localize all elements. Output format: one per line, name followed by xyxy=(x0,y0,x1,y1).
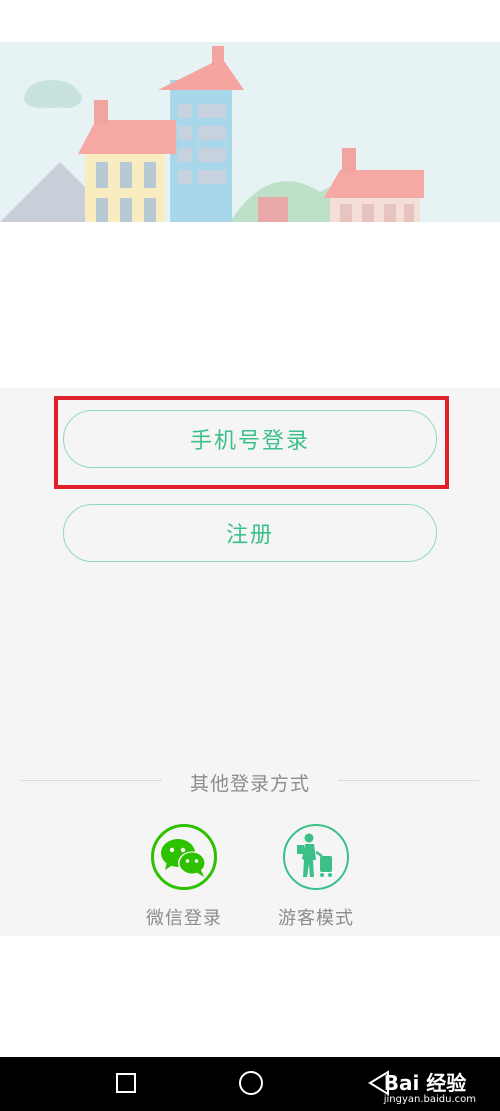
banner-illustration xyxy=(0,42,500,222)
guest-mode-option[interactable]: 游客模式 xyxy=(256,824,376,930)
system-navigation-bar: Bai 经验 jingyan.baidu.com xyxy=(0,1057,500,1111)
city-illustration xyxy=(0,46,424,222)
guest-traveler-icon xyxy=(297,833,332,877)
wechat-login-button[interactable] xyxy=(151,824,217,890)
watermark-url: jingyan.baidu.com xyxy=(383,1094,476,1105)
recent-apps-button[interactable] xyxy=(115,1072,137,1098)
other-login-title: 其他登录方式 xyxy=(189,773,310,795)
wechat-login-label: 微信登录 xyxy=(146,908,222,929)
guest-mode-button[interactable] xyxy=(283,824,349,890)
watermark-brand: Bai 经验 xyxy=(383,1071,467,1095)
wechat-icon xyxy=(161,839,206,877)
home-button[interactable] xyxy=(238,1070,264,1100)
guest-mode-label: 游客模式 xyxy=(278,908,354,929)
highlight-box xyxy=(54,396,449,489)
wechat-login-option[interactable]: 微信登录 xyxy=(124,824,244,930)
square-icon xyxy=(116,1073,136,1093)
register-button[interactable]: 注册 xyxy=(63,504,437,562)
baidu-jingyan-watermark: Bai 经验 jingyan.baidu.com xyxy=(384,1067,476,1105)
circle-icon xyxy=(239,1071,263,1095)
